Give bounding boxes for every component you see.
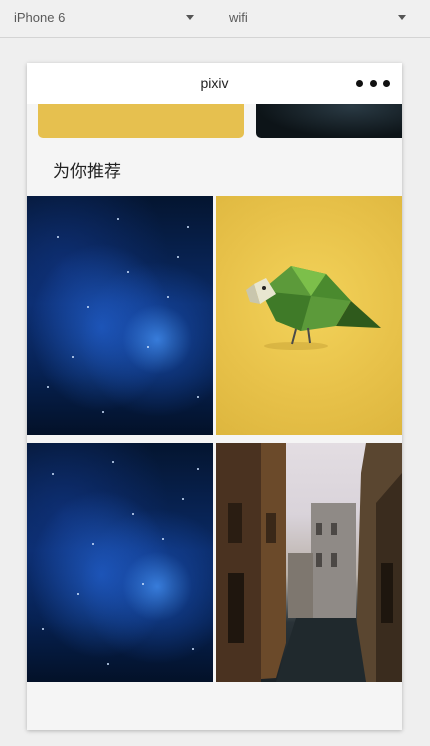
chevron-down-icon bbox=[398, 15, 406, 20]
old-town-street-image bbox=[216, 443, 402, 682]
section-title-recommend: 为你推荐 bbox=[53, 162, 121, 182]
device-toolbar: iPhone 6 wifi bbox=[0, 0, 430, 38]
dot bbox=[369, 79, 377, 87]
bird-illustration bbox=[246, 266, 381, 350]
street-illustration bbox=[216, 443, 402, 682]
artwork-card[interactable] bbox=[216, 196, 402, 435]
device-select-label: iPhone 6 bbox=[14, 10, 66, 25]
chevron-down-icon bbox=[186, 15, 194, 20]
more-dots-icon[interactable] bbox=[356, 73, 390, 93]
network-select[interactable]: wifi bbox=[229, 6, 412, 30]
network-select-label: wifi bbox=[229, 10, 248, 25]
phone-viewport: pixiv 为你推荐 bbox=[27, 63, 402, 730]
dot bbox=[383, 79, 390, 87]
artwork-card[interactable] bbox=[27, 196, 213, 435]
artwork-card[interactable] bbox=[27, 443, 213, 682]
dot bbox=[356, 79, 363, 87]
artwork-card-selected[interactable] bbox=[216, 443, 402, 682]
low-poly-bird-image bbox=[216, 196, 402, 435]
device-select[interactable]: iPhone 6 bbox=[14, 6, 200, 30]
starry-space-image bbox=[27, 443, 213, 682]
starry-space-image bbox=[27, 196, 213, 435]
app-title: pixiv bbox=[200, 75, 229, 91]
app-header: pixiv bbox=[27, 63, 402, 104]
